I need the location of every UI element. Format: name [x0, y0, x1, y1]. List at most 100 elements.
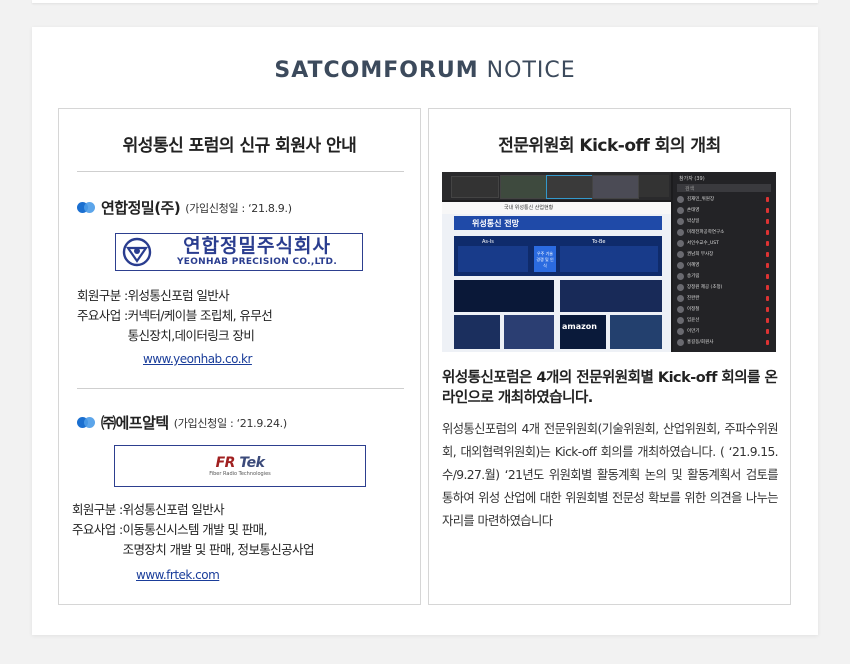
- participant-name: 이정철: [687, 307, 700, 312]
- bullet-dots-icon: [77, 202, 95, 213]
- participant-avatar-icon: [677, 229, 684, 236]
- participant-row: 서인수교수_UST: [677, 239, 772, 249]
- participant-row: 장정원 제공 (초청): [677, 283, 772, 293]
- participant-row: 홍길동/회원사: [677, 338, 772, 348]
- participant-avatar-icon: [677, 328, 684, 335]
- muted-mic-icon: [766, 208, 769, 213]
- brand-name: SATCOMFORUM: [274, 58, 479, 83]
- participant-avatar-icon: [677, 339, 684, 346]
- participant-name: 송기림: [687, 274, 700, 279]
- muted-mic-icon: [766, 296, 769, 301]
- participant-name: 장정원 제공 (초청): [687, 285, 723, 290]
- participant-name: 박상일: [687, 219, 700, 224]
- participant-row: 손태영: [677, 206, 772, 216]
- participant-avatar-icon: [677, 240, 684, 247]
- yeonhab-emblem-icon: [122, 237, 152, 267]
- meeting-screenshot: 국내 위성통신 산업현황 위성통신 전망 As-Is To-Be 우주 기술 경…: [442, 172, 776, 352]
- participant-name: 임윤선: [687, 318, 700, 323]
- frtek-website-link[interactable]: www.frtek.com: [136, 568, 220, 582]
- member-header: 연합정밀(주) (가입신청일 : ‘21.8.9.): [77, 197, 292, 218]
- participant-row: 임윤선: [677, 316, 772, 326]
- participant-name: 서인수교수_UST: [687, 241, 719, 246]
- member-info: 회원구분 : 위성통신포럼 일반사 주요사업 : 커넥터/케이블 조립체, 유무…: [77, 286, 273, 346]
- slide-title: 위성통신 전망: [472, 219, 519, 228]
- participants-header: 참가자 (39): [679, 176, 705, 182]
- notice-card: SATCOMFORUM NOTICE 위성통신 포럼의 신규 회원사 안내 연합…: [32, 27, 818, 635]
- participant-row: 이혜영: [677, 261, 772, 271]
- participant-avatar-icon: [677, 196, 684, 203]
- business-line-1: 이동통신시스템 개발 및 판매,: [122, 522, 268, 537]
- muted-mic-icon: [766, 252, 769, 257]
- class-value: 위성통신포럼 일반사: [122, 502, 225, 517]
- join-date: (가입신청일 : ‘21.8.9.): [185, 201, 292, 215]
- logo-english-text: YEONHAB PRECISION CO.,LTD.: [176, 257, 338, 267]
- participant-name: 김재민_위원장: [687, 197, 715, 202]
- slide-center-label: 우주 기술 경쟁 및 인식: [536, 251, 554, 268]
- previous-card-edge: [32, 0, 818, 3]
- video-strip: [442, 172, 671, 200]
- muted-mic-icon: [766, 241, 769, 246]
- business-label: 주요사업 :: [72, 522, 123, 537]
- participant-row: 박상일: [677, 217, 772, 227]
- member-name: ㈜에프알텍: [101, 414, 169, 432]
- slide-amazon-label: amazon: [562, 322, 597, 331]
- business-line-1: 커넥터/케이블 조립체, 유무선: [127, 308, 273, 323]
- member-info: 회원구분 : 위성통신포럼 일반사 주요사업 : 이동통신시스템 개발 및 판매…: [72, 500, 314, 560]
- member-header: ㈜에프알텍 (가입신청일 : ‘21.9.24.): [77, 412, 287, 433]
- participant-avatar-icon: [677, 284, 684, 291]
- participant-row: 이정철: [677, 305, 772, 315]
- yeonhab-logo: 연합정밀주식회사 YEONHAB PRECISION CO.,LTD.: [115, 233, 363, 271]
- member-name: 연합정밀(주): [101, 199, 181, 217]
- brand-suffix: NOTICE: [478, 58, 576, 83]
- participant-name: 이만기: [687, 329, 700, 334]
- muted-mic-icon: [766, 285, 769, 290]
- slide-asis-label: As-Is: [482, 239, 494, 245]
- participant-name: 진완완: [687, 296, 700, 301]
- muted-mic-icon: [766, 197, 769, 202]
- kickoff-body: 위성통신포럼의 4개 전문위원회(기술위원회, 산업위원회, 주파수위원회, 대…: [442, 422, 779, 528]
- business-line-2: 통신장치,데이터링크 장비: [127, 328, 255, 343]
- kickoff-panel: 전문위원회 Kick-off 회의 개최 국내 위성통신 산업현황 위성통신 전…: [428, 108, 791, 605]
- business-line-2: 조명장치 개발 및 판매, 정보통신공사업: [122, 542, 315, 557]
- business-label: 주요사업 :: [77, 308, 128, 323]
- muted-mic-icon: [766, 274, 769, 279]
- participant-row: 김재민_위원장: [677, 195, 772, 205]
- participants-search: 검색: [685, 186, 695, 192]
- bullet-dots-icon: [77, 417, 95, 428]
- frtek-logo: FR Tek Fiber Radio Technologies: [114, 445, 366, 487]
- yeonhab-website-link[interactable]: www.yeonhab.co.kr: [143, 352, 252, 366]
- class-label: 회원구분 :: [72, 502, 123, 517]
- participant-name: 손태영: [687, 208, 700, 213]
- participant-avatar-icon: [677, 295, 684, 302]
- participant-row: 미래전파공학연구소: [677, 228, 772, 238]
- participant-row: 진완완: [677, 294, 772, 304]
- join-date: (가입신청일 : ‘21.9.24.): [173, 416, 287, 430]
- participant-row: 이만기: [677, 327, 772, 337]
- participant-avatar-icon: [677, 262, 684, 269]
- divider: [77, 388, 404, 389]
- participant-avatar-icon: [677, 317, 684, 324]
- muted-mic-icon: [766, 307, 769, 312]
- frtek-logo-subtitle: Fiber Radio Technologies: [209, 470, 271, 477]
- notice-heading: SATCOMFORUM NOTICE: [32, 58, 818, 83]
- divider: [77, 171, 404, 172]
- kickoff-title: 전문위원회 Kick-off 회의 개최: [498, 136, 721, 156]
- participant-name: 홍길동/회원사: [687, 340, 714, 345]
- participant-name: 이혜영: [687, 263, 700, 268]
- muted-mic-icon: [766, 219, 769, 224]
- participant-avatar-icon: [677, 306, 684, 313]
- slide-tobe-label: To-Be: [592, 239, 606, 245]
- muted-mic-icon: [766, 340, 769, 345]
- slide-banner: 국내 위성통신 산업현황: [504, 205, 554, 211]
- muted-mic-icon: [766, 329, 769, 334]
- frtek-logo-mark: FR Tek: [215, 454, 265, 471]
- kickoff-headline: 위성통신포럼은 4개의 전문위원회별 Kick-off 회의를 온라인으로 개최…: [442, 370, 778, 406]
- participant-row: 권남희 부사장: [677, 250, 772, 260]
- muted-mic-icon: [766, 230, 769, 235]
- muted-mic-icon: [766, 263, 769, 268]
- logo-korean-text: 연합정밀주식회사: [183, 235, 331, 257]
- participant-row: 송기림: [677, 272, 772, 282]
- class-value: 위성통신포럼 일반사: [127, 288, 230, 303]
- participant-avatar-icon: [677, 273, 684, 280]
- participant-name: 미래전파공학연구소: [687, 230, 725, 235]
